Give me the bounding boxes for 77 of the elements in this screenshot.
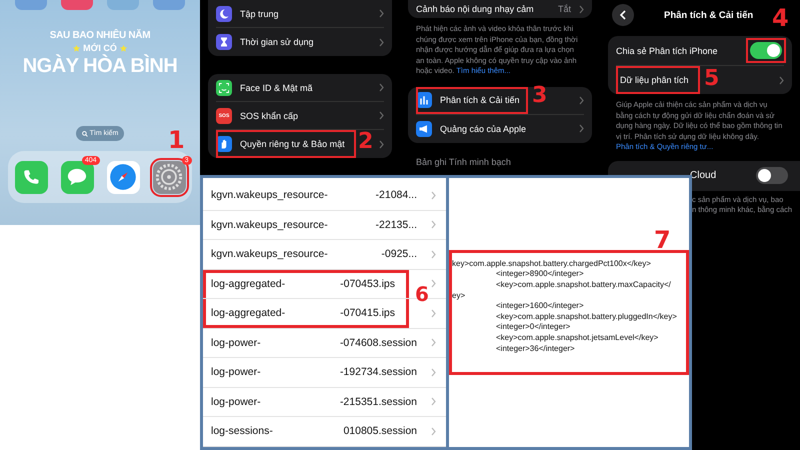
chevron-right-icon (431, 368, 436, 377)
toggle-switch[interactable] (748, 40, 784, 61)
step-number: 4 (772, 6, 789, 30)
compass-icon (109, 163, 137, 191)
code-line: <integer>0</integer> (495, 322, 572, 333)
section-header: Bản ghi Tính minh bạch (416, 156, 512, 166)
chevron-right-icon (779, 76, 784, 84)
chevron-right-icon (431, 308, 436, 318)
back-button[interactable] (612, 4, 634, 26)
chevron-right-icon (379, 111, 384, 120)
file-row[interactable]: log-power- -215351.session (203, 388, 425, 416)
hand-icon (216, 136, 232, 152)
chevron-right-icon (431, 338, 436, 348)
chevron-right-icon (431, 279, 436, 288)
row-value: Tắt (558, 4, 571, 14)
code-line: ey> (452, 290, 466, 302)
code-line: key>com.apple.snapshot.battery.chargedPct100x</key> (452, 258, 652, 270)
chevron-right-icon (579, 124, 584, 133)
step-number: 2 (358, 131, 374, 153)
code-line: <key>com.apple.snapshot.battery.maxCapacity</ (495, 280, 672, 291)
step-number: 7 (654, 228, 671, 252)
chevron-right-icon (579, 96, 584, 104)
app-icon[interactable] (14, 160, 48, 194)
file-row[interactable]: kgvn.wakeups_resource- -21084... (203, 181, 425, 210)
chevron-right-icon (431, 250, 436, 259)
chevron-right-icon (431, 190, 436, 200)
step-number: 6 (415, 284, 429, 304)
app-icon[interactable] (106, 160, 140, 194)
file-row[interactable]: kgvn.wakeups_resource- -22135... (203, 210, 425, 239)
file-row[interactable]: log-power- -192734.session (203, 358, 425, 386)
settings-row[interactable]: Face ID & Mật mã (216, 74, 384, 102)
chevron-left-icon (619, 10, 627, 20)
wallpaper-text: NGÀY HÒA BÌNH (22, 55, 178, 78)
wallpaper-text: MỚI CÓ (83, 43, 117, 53)
search-icon (82, 130, 88, 136)
file-row[interactable]: log-aggregated- -070453.ips (203, 270, 409, 298)
step-number: 1 (168, 128, 185, 152)
toggle-switch[interactable] (756, 167, 788, 184)
star-icon (73, 44, 80, 52)
chevron-right-icon (379, 83, 384, 92)
screen-title: Phân tích & Cải tiến (664, 10, 754, 20)
setting-label: Chia sẻ Phân tích iPhone (616, 46, 719, 56)
settings-row[interactable]: Cảnh báo nội dung nhạy cảm Tắt (416, 0, 584, 18)
step-number: 5 (704, 68, 720, 90)
hourglass-icon (216, 34, 232, 50)
step-number: 3 (532, 85, 548, 107)
code-line: <integer>36</integer> (495, 344, 576, 354)
file-row[interactable]: log-sessions- 010805.session (203, 417, 425, 446)
settings-row[interactable]: Quảng cáo của Apple (416, 114, 584, 142)
chevron-right-icon (379, 9, 384, 18)
bar-chart-icon (416, 92, 432, 108)
gear-icon (155, 163, 183, 191)
moon-icon (216, 6, 232, 22)
file-row[interactable]: kgvn.wakeups_resource- -0925... (203, 240, 425, 268)
megaphone-icon (416, 120, 432, 136)
chevron-right-icon (379, 140, 384, 148)
code-line: <key>com.apple.snapshot.battery.pluggedIn</key> (495, 312, 678, 322)
star-icon (120, 44, 127, 52)
code-line: <integer>8900</integer> (495, 269, 585, 280)
file-row[interactable]: log-power- -074608.session (203, 328, 425, 357)
file-row[interactable]: log-aggregated- -070415.ips (203, 299, 409, 328)
settings-row[interactable]: Tập trung (216, 0, 384, 28)
chevron-right-icon (431, 426, 436, 436)
chevron-right-icon (579, 4, 584, 14)
app-icon[interactable] (60, 160, 94, 194)
phone-icon (22, 168, 40, 186)
code-line: <integer>1600</integer> (495, 301, 585, 312)
speech-bubble-icon (66, 167, 88, 187)
setting-label: Cloud (690, 170, 716, 181)
wallpaper-text: SAU BAO NHIÊU NĂM (50, 30, 150, 41)
app-icon[interactable] (152, 160, 186, 194)
code-line: <key>com.apple.snapshot.jetsamLevel</key> (495, 332, 660, 344)
chevron-right-icon (431, 220, 436, 230)
chevron-right-icon (431, 397, 436, 406)
settings-row[interactable]: Thời gian sử dụng (216, 28, 384, 56)
face-icon (216, 80, 232, 96)
chevron-right-icon (379, 38, 384, 46)
